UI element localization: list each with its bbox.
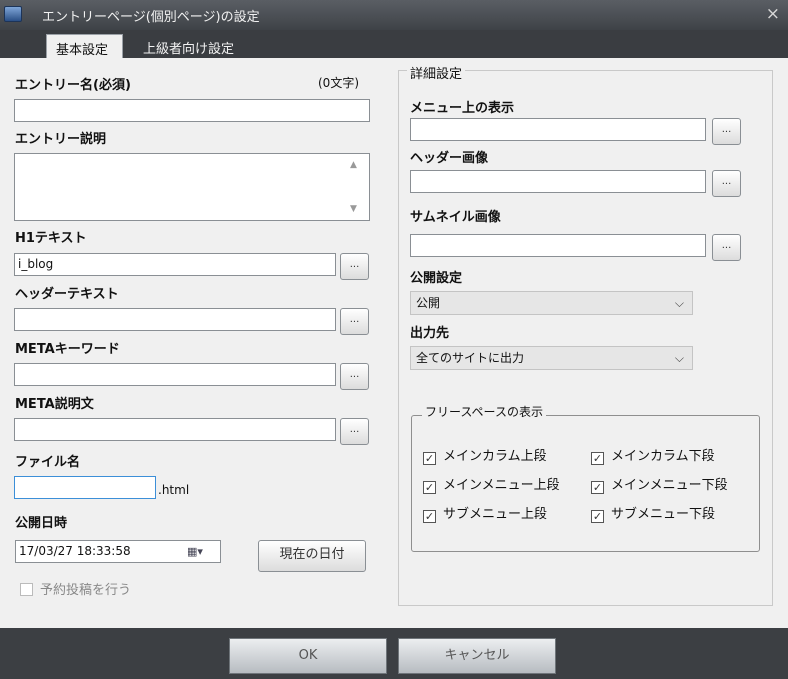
- header-image-label: ヘッダー画像: [410, 151, 489, 166]
- check-icon[interactable]: ✓: [423, 452, 436, 465]
- header-image-input[interactable]: [410, 170, 706, 193]
- h1-text-input[interactable]: i_blog: [14, 253, 336, 276]
- tab-basic-settings[interactable]: 基本設定: [46, 34, 123, 58]
- entry-name-count: (0文字): [318, 76, 359, 90]
- check-icon[interactable]: ✓: [591, 510, 604, 523]
- ok-button[interactable]: OK: [229, 638, 387, 674]
- free-space-mainmenu-bottom-label: メインメニュー下段: [611, 478, 728, 493]
- today-date-button[interactable]: 現在の日付: [258, 540, 366, 572]
- filename-label: ファイル名: [15, 455, 81, 470]
- free-space-submenu-top-checkbox[interactable]: ✓ サブメニュー上段: [423, 503, 547, 523]
- free-space-main-bottom-checkbox[interactable]: ✓ メインカラム下段: [591, 445, 715, 465]
- h1-text-label: H1テキスト: [15, 231, 87, 246]
- header-text-browse-button[interactable]: ...: [340, 308, 369, 335]
- meta-keyword-label: METAキーワード: [15, 342, 120, 357]
- free-space-submenu-bottom-checkbox[interactable]: ✓ サブメニュー下段: [591, 503, 715, 523]
- header-text-input[interactable]: [14, 308, 336, 331]
- header-image-browse-button[interactable]: ...: [712, 170, 741, 197]
- free-space-submenu-top-label: サブメニュー上段: [443, 507, 548, 522]
- meta-desc-label: META説明文: [15, 397, 94, 412]
- header-text-label: ヘッダーテキスト: [15, 287, 119, 302]
- entry-desc-label: エントリー説明: [15, 132, 107, 147]
- dialog-footer: OK キャンセル: [0, 628, 788, 679]
- publish-setting-label: 公開設定: [410, 271, 463, 286]
- window-title: エントリーページ(個別ページ)の設定: [42, 10, 260, 25]
- meta-keyword-input[interactable]: [14, 363, 336, 386]
- output-dest-label: 出力先: [410, 326, 450, 341]
- thumbnail-browse-button[interactable]: ...: [712, 234, 741, 261]
- cancel-button[interactable]: キャンセル: [398, 638, 556, 674]
- output-dest-value: 全てのサイトに出力: [416, 351, 525, 365]
- schedule-checkbox-label: 予約投稿を行う: [40, 583, 132, 598]
- free-space-main-top-label: メインカラム上段: [443, 449, 547, 464]
- schedule-post-checkbox[interactable]: 予約投稿を行う: [20, 579, 131, 598]
- filename-input[interactable]: [14, 476, 156, 499]
- schedule-checkbox-box[interactable]: [20, 583, 33, 596]
- dialog-content: エントリー名(必須) (0文字) エントリー説明 ▲ ▼ H1テキスト i_bl…: [0, 58, 788, 628]
- chevron-down-icon: ⌵: [674, 296, 684, 310]
- scroll-down-icon[interactable]: ▼: [350, 204, 357, 214]
- check-icon[interactable]: ✓: [423, 510, 436, 523]
- h1-browse-button[interactable]: ...: [340, 253, 369, 280]
- thumbnail-input[interactable]: [410, 234, 706, 257]
- free-space-title: フリースペースの表示: [422, 403, 546, 420]
- publish-setting-value: 公開: [416, 296, 441, 310]
- free-space-mainmenu-top-label: メインメニュー上段: [443, 478, 560, 493]
- free-space-main-top-checkbox[interactable]: ✓ メインカラム上段: [423, 445, 547, 465]
- output-dest-select[interactable]: 全てのサイトに出力 ⌵: [410, 346, 693, 370]
- meta-desc-browse-button[interactable]: ...: [340, 418, 369, 445]
- check-icon[interactable]: ✓: [591, 481, 604, 494]
- entry-name-input[interactable]: [14, 99, 370, 122]
- calendar-icon[interactable]: ▦▾: [187, 545, 203, 558]
- meta-keyword-browse-button[interactable]: ...: [340, 363, 369, 390]
- title-bar: エントリーページ(個別ページ)の設定 ×: [0, 0, 788, 30]
- close-icon[interactable]: ×: [766, 4, 780, 24]
- publish-datetime-value: 17/03/27 18:33:58: [19, 544, 131, 558]
- scroll-up-icon[interactable]: ▲: [350, 160, 357, 170]
- tab-bar: 基本設定 上級者向け設定: [0, 30, 788, 58]
- publish-datetime-label: 公開日時: [15, 516, 68, 531]
- entry-name-label: エントリー名(必須): [15, 78, 131, 93]
- menu-display-label: メニュー上の表示: [410, 101, 515, 116]
- meta-desc-input[interactable]: [14, 418, 336, 441]
- free-space-mainmenu-bottom-checkbox[interactable]: ✓ メインメニュー下段: [591, 474, 728, 494]
- free-space-submenu-bottom-label: サブメニュー下段: [611, 507, 716, 522]
- filename-suffix: .html: [158, 483, 190, 497]
- thumbnail-label: サムネイル画像: [410, 210, 501, 225]
- app-icon: [4, 6, 22, 22]
- tab-advanced-settings[interactable]: 上級者向け設定: [134, 34, 243, 58]
- free-space-main-bottom-label: メインカラム下段: [611, 449, 715, 464]
- free-space-mainmenu-top-checkbox[interactable]: ✓ メインメニュー上段: [423, 474, 560, 494]
- detail-settings-title: 詳細設定: [407, 63, 466, 82]
- publish-setting-select[interactable]: 公開 ⌵: [410, 291, 693, 315]
- check-icon[interactable]: ✓: [591, 452, 604, 465]
- entry-desc-textarea[interactable]: [14, 153, 370, 221]
- menu-display-input[interactable]: [410, 118, 706, 141]
- check-icon[interactable]: ✓: [423, 481, 436, 494]
- menu-display-browse-button[interactable]: ...: [712, 118, 741, 145]
- chevron-down-icon: ⌵: [674, 351, 684, 365]
